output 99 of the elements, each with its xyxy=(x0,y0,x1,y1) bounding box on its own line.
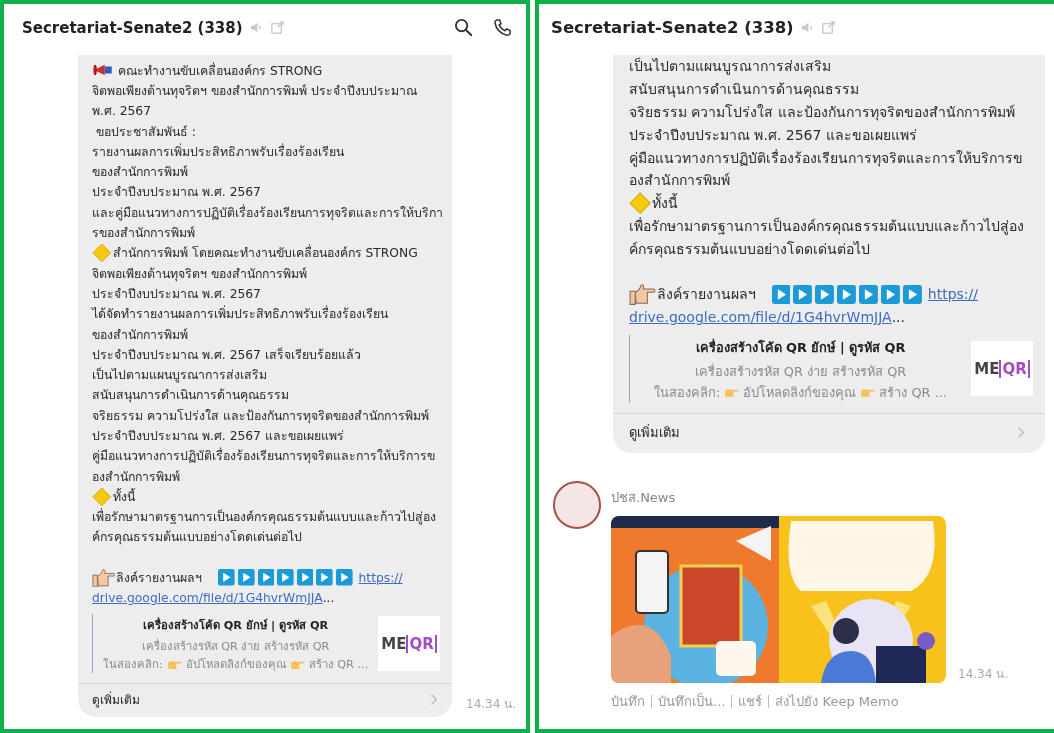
message-text: ประจำปีงบประมาณ พ.ศ. 2567 xyxy=(92,184,261,202)
link-preview[interactable]: เครื่องสร้างโค้ด QR ยักษ์ | ดูรหัส QR เครื่องสร้างรหัส QR ง่าย สร้างรหัส QR ในสองคลิก: อัปโหลดลิงก์ของคุณ สร้าง QR ... ME QR xyxy=(629,334,1033,403)
message-text: คณะทำงานขับเคลื่อนองค์กร STRONG xyxy=(118,61,323,80)
play-icon xyxy=(296,569,314,586)
message-text: เป็นไปตามแผนบูรณาการส่งเสริม xyxy=(92,366,267,385)
message-text: จริยธรรม ความโปร่งใส และป้องกันการทุจริตของสำนักการพิมพ์ xyxy=(629,103,1015,123)
search-icon[interactable] xyxy=(454,18,473,37)
message-text: และคู่มือแนวทางการปฏิบัติเรื่องร้องเรียนการทุจริตและการให้บริกา xyxy=(92,203,443,222)
megaphone-icon xyxy=(92,63,114,78)
message-text: ประจำปีงบประมาณ พ.ศ. 2567 และขอเผยแพร่ xyxy=(92,428,344,445)
action-link[interactable]: บันทึก xyxy=(611,694,651,708)
ellipsis: ... xyxy=(891,309,905,326)
chat-title: Secretariat-Senate2 (338) xyxy=(551,18,794,37)
play-icon xyxy=(316,569,333,586)
see-more-button[interactable]: ดูเพิ่มเติม xyxy=(613,412,1045,453)
message-text: เพื่อรักษามาตรฐานการเป็นองค์กรคุณธรรมต้นแบบและก้าวไปสู่อง xyxy=(92,507,436,527)
preview-title: เครื่องสร้างโค้ด QR ยักษ์ | ดูรหัส QR xyxy=(142,616,329,635)
preview-description: ในสองคลิก: xyxy=(102,657,163,673)
message-text: ทั้งนี้ xyxy=(112,487,135,506)
message-text: ประจำปีงบประมาณ พ.ศ. 2567 xyxy=(92,285,261,303)
play-icon xyxy=(218,569,235,586)
link[interactable]: drive.google.com/file/d/1G4hvrWmJJA xyxy=(629,309,892,326)
link-label: ลิงค์รายงานผลฯ xyxy=(116,570,203,588)
message-text: รายงานผลการเพิ่มประสิทธิภาพรับเรื่องร้องเรียน xyxy=(92,142,344,161)
message-text: คู่มือแนวทางการปฏิบัติเรื่องร้องเรียนการทุจริตและการให้บริการข xyxy=(629,148,1023,169)
message-text: พ.ศ. 2567 xyxy=(92,103,152,121)
preview-description: อัปโหลดลิงก์ของคุณ xyxy=(743,383,857,403)
message-text: ประจำปีงบประมาณ พ.ศ. 2567 และขอเผยแพร่ xyxy=(629,125,917,145)
message-text: เพื่อรักษามาตรฐานการเป็นองค์กรคุณธรรมต้นแบบและก้าวไปสู่อง xyxy=(629,216,1024,237)
message-text: องสำนักการพิมพ์ xyxy=(629,171,730,191)
link-preview[interactable]: เครื่องสร้างโค้ด QR ยักษ์ | ดูรหัส QR เครื่องสร้างรหัส QR ง่าย สร้างรหัส QR ในสองคลิก: อัปโหลดลิงก์ของคุณ สร้าง QR ... ME QR xyxy=(92,614,440,673)
play-icon xyxy=(793,284,813,304)
message-text: สนับสนุนการดำเนินการด้านคุณธรรม xyxy=(92,387,289,405)
link-label: ลิงค์รายงานผลฯ xyxy=(656,285,756,305)
diamond-icon xyxy=(92,243,112,263)
logo-text: ME xyxy=(381,634,407,653)
play-icon xyxy=(837,284,857,304)
timestamp: 14.34 น. xyxy=(958,665,1008,683)
logo-text: ME xyxy=(974,359,1000,378)
message-text: ได้จัดทำรายงานผลการเพิ่มประสิทธิภาพรับเรื่องร้องเรียน xyxy=(92,304,388,324)
preview-description: เครื่องสร้างรหัส QR ง่าย สร้างรหัส QR xyxy=(141,637,330,655)
pointing-hand-icon xyxy=(724,386,740,398)
action-link[interactable]: ส่งไปยัง Keep Memo xyxy=(768,694,905,708)
avatar[interactable] xyxy=(553,480,601,529)
see-more-button[interactable]: ดูเพิ่มเติม xyxy=(78,683,452,717)
message-text: ค์กรคุณธรรมต้นแบบอย่างโดดเด่นต่อไป xyxy=(92,529,302,547)
play-icon xyxy=(237,569,255,586)
pop-out-icon[interactable] xyxy=(269,20,285,35)
preview-description: ในสองคลิก: xyxy=(654,383,721,402)
logo-text: QR xyxy=(406,634,437,653)
message-text: สำนักการพิมพ์ โดยคณะทำงานขับเคลื่อนองค์กร STRONG xyxy=(112,243,418,263)
link[interactable]: drive.google.com/file/d/1G4hvrWmJJA xyxy=(92,590,323,605)
message-text: ของสำนักการพิมพ์ xyxy=(92,164,188,182)
play-icon xyxy=(881,284,900,304)
diamond-icon xyxy=(92,486,112,507)
message-text: ขอประชาสัมพันธ์ : xyxy=(94,123,196,141)
chat-title: Secretariat-Senate2 (338) xyxy=(22,18,243,37)
preview-description: อัปโหลดลิงก์ของคุณ xyxy=(185,657,286,673)
message-text: จิตพอเพียงต้านทุจริตฯ ของสำนักการพิมพ์ ประจำปีงบประมาณ xyxy=(92,82,417,100)
pointing-hand-icon xyxy=(860,386,876,398)
message-text: องสำนักการพิมพ์ xyxy=(92,468,180,486)
pop-out-icon[interactable] xyxy=(820,20,836,35)
logo-text: QR xyxy=(999,359,1030,378)
sender-name: ปชส.News xyxy=(611,488,677,507)
message-text: รของสำนักการพิมพ์ xyxy=(92,225,195,242)
action-link[interactable]: แชร์ xyxy=(731,694,769,708)
link[interactable]: https:// xyxy=(927,286,978,303)
play-icon xyxy=(771,284,791,304)
message-text: สนับสนุนการดำเนินการด้านคุณธรรม xyxy=(629,80,859,100)
play-icon xyxy=(277,569,294,586)
preview-title: เครื่องสร้างโค้ด QR ยักษ์ | ดูรหัส QR xyxy=(695,337,906,358)
play-icon xyxy=(815,284,835,304)
message-text: จิตพอเพียงต้านทุจริตฯ ของสำนักการพิมพ์ xyxy=(92,265,307,283)
pointing-hand-icon xyxy=(92,567,116,588)
message-text: ของสำนักการพิมพ์ xyxy=(92,326,188,344)
play-icon xyxy=(257,569,275,586)
preview-description: สร้าง QR ... xyxy=(879,383,947,402)
play-icon xyxy=(859,284,879,304)
play-icon xyxy=(335,569,353,586)
action-link[interactable]: บันทึกเป็น... xyxy=(651,694,732,708)
preview-description: เครื่องสร้างรหัส QR ง่าย สร้างรหัส QR xyxy=(694,362,907,381)
message-text: คู่มือแนวทางการปฏิบัติเรื่องร้องเรียนการทุจริตและการให้บริการข xyxy=(92,446,435,466)
pointing-hand-icon xyxy=(166,658,182,670)
phone-icon[interactable] xyxy=(493,18,512,37)
message-text: ทั้งนี้ xyxy=(652,192,679,214)
link[interactable]: https:// xyxy=(358,570,403,585)
pointing-hand-icon xyxy=(289,658,305,670)
message-text: เป็นไปตามแผนบูรณาการส่งเสริม xyxy=(629,56,831,77)
chevron-right-icon xyxy=(1017,425,1025,439)
message-text: ค์กรคุณธรรมต้นแบบอย่างโดดเด่นต่อไป xyxy=(629,239,870,260)
preview-description: สร้าง QR ... xyxy=(308,657,369,673)
pointing-hand-icon xyxy=(629,283,656,306)
play-icon xyxy=(902,284,922,304)
timestamp: 14.34 น. xyxy=(466,696,516,713)
diamond-icon xyxy=(629,192,652,215)
message-text: จริยธรรม ความโปร่งใส และป้องกันการทุจริตของสำนักการพิมพ์ xyxy=(92,407,429,425)
ellipsis: ... xyxy=(322,590,335,605)
message-text: ประจำปีงบประมาณ พ.ศ. 2567 เสร็จเรียบร้อยแล้ว xyxy=(92,346,361,364)
chevron-right-icon xyxy=(430,693,438,706)
